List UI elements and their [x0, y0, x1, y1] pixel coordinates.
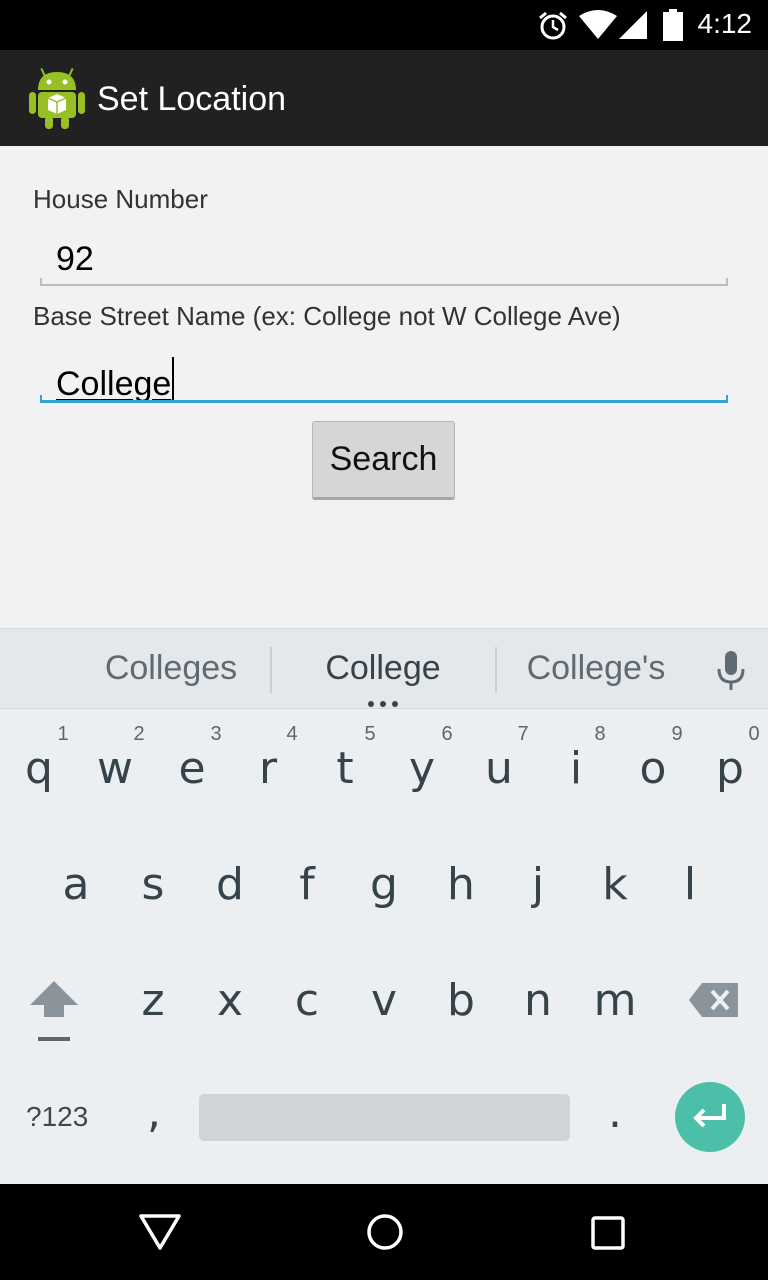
status-time: 4:12 [697, 8, 753, 39]
key-u[interactable]: u [469, 743, 529, 794]
suggestion-right[interactable]: College's [505, 649, 687, 688]
app-title: Set Location [97, 80, 287, 118]
key-j[interactable]: j [508, 859, 568, 910]
key-l[interactable]: l [660, 859, 720, 910]
suggestion-divider [270, 647, 272, 693]
back-icon[interactable] [138, 1212, 182, 1252]
house-number-label: House Number [33, 184, 208, 214]
street-name-text: College [56, 365, 172, 403]
key-a[interactable]: a [46, 859, 106, 910]
key-n[interactable]: n [508, 975, 568, 1026]
key-c[interactable]: c [277, 975, 337, 1026]
suggestion-center[interactable]: College [292, 649, 474, 688]
battery-icon [663, 9, 683, 41]
status-bar: 4:12 [0, 0, 768, 50]
alarm-icon [539, 11, 567, 40]
key-b[interactable]: b [431, 975, 491, 1026]
street-name-value: College [56, 357, 175, 404]
spacebar[interactable] [199, 1094, 570, 1141]
house-number-value: 92 [56, 240, 94, 278]
key-f[interactable]: f [277, 859, 337, 910]
key-g[interactable]: g [354, 859, 414, 910]
street-name-label: Base Street Name (ex: College not W Coll… [33, 301, 621, 331]
more-suggestions-icon [368, 701, 398, 707]
form-content: House Number 92 Base Street Name (ex: Co… [0, 146, 768, 628]
key-y[interactable]: y [392, 743, 452, 794]
street-name-field[interactable]: College [40, 351, 728, 403]
symbols-key[interactable]: ?123 [26, 1101, 88, 1133]
microphone-icon[interactable] [716, 649, 746, 691]
shift-icon[interactable] [28, 979, 80, 1045]
cell-signal-icon [619, 11, 647, 39]
enter-icon [693, 1104, 726, 1128]
search-button[interactable]: Search [312, 421, 455, 500]
key-q[interactable]: q [9, 743, 69, 794]
key-h[interactable]: h [431, 859, 491, 910]
key-period[interactable]: . [585, 1087, 645, 1138]
suggestion-strip: Colleges College College's [0, 628, 768, 708]
enter-button[interactable] [675, 1082, 745, 1152]
wifi-icon [579, 10, 617, 39]
recents-icon[interactable] [590, 1215, 626, 1251]
key-p[interactable]: p [700, 743, 760, 794]
key-m[interactable]: m [585, 975, 645, 1026]
key-x[interactable]: x [200, 975, 260, 1026]
house-number-field[interactable]: 92 [40, 234, 728, 286]
backspace-icon[interactable] [688, 981, 740, 1019]
android-app-icon [29, 67, 85, 129]
key-t[interactable]: t [315, 743, 375, 794]
key-s[interactable]: s [123, 859, 183, 910]
home-icon[interactable] [365, 1212, 405, 1252]
key-k[interactable]: k [585, 859, 645, 910]
action-bar: Set Location [0, 50, 768, 146]
house-number-underline [40, 278, 728, 286]
key-r[interactable]: r [238, 743, 298, 794]
screen: 4:12 Set Location House Number 92 Base S… [0, 0, 768, 1280]
suggestion-divider [495, 647, 497, 693]
key-i[interactable]: i [546, 743, 606, 794]
key-d[interactable]: d [200, 859, 260, 910]
key-comma[interactable]: , [124, 1087, 184, 1138]
key-w[interactable]: w [85, 743, 145, 794]
soft-keyboard: 1 2 3 4 5 6 7 8 9 0 q w e r t y u i o p … [0, 708, 768, 1183]
key-o[interactable]: o [623, 743, 683, 794]
street-name-underline [40, 395, 728, 403]
key-e[interactable]: e [162, 743, 222, 794]
text-cursor [172, 357, 175, 403]
navigation-bar [0, 1184, 768, 1280]
key-v[interactable]: v [354, 975, 414, 1026]
suggestion-left[interactable]: Colleges [80, 649, 262, 688]
key-z[interactable]: z [123, 975, 183, 1026]
